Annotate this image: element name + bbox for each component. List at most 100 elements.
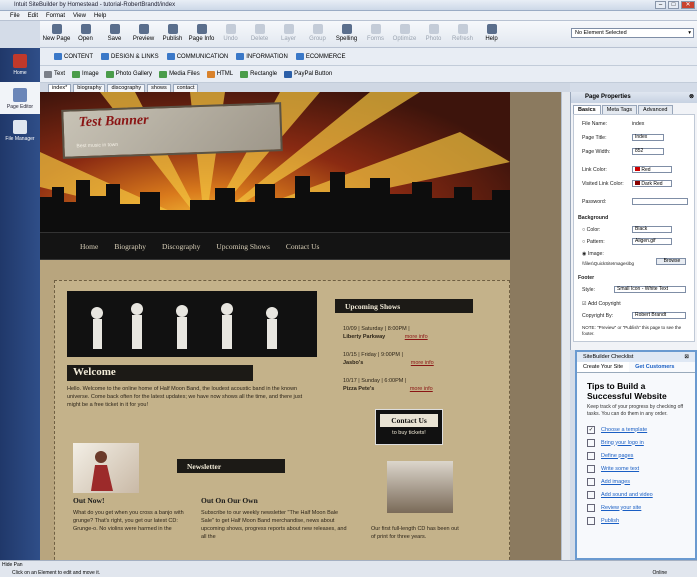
tab-get-customers[interactable]: Get Customers bbox=[629, 362, 680, 372]
out-on-our-own-heading[interactable]: Out On Our Own bbox=[201, 497, 258, 505]
file-manager-nav[interactable]: File Manager bbox=[0, 114, 40, 142]
communication-tab[interactable]: COMMUNICATION bbox=[166, 53, 228, 60]
bg-color-select[interactable]: Black bbox=[632, 226, 672, 233]
menu-edit[interactable]: Edit bbox=[28, 13, 38, 19]
group-button[interactable]: Group bbox=[303, 21, 332, 47]
link-color-select[interactable]: Red bbox=[632, 166, 672, 173]
forms-button[interactable]: Forms bbox=[361, 21, 390, 47]
checkbox-checked-icon[interactable]: ✓ bbox=[587, 425, 595, 434]
tab-discography[interactable]: discography bbox=[107, 84, 146, 92]
menu-help[interactable]: Help bbox=[94, 13, 106, 19]
checkbox-icon[interactable] bbox=[587, 516, 595, 525]
welcome-heading[interactable]: Welcome bbox=[67, 365, 253, 381]
out-on-our-own-text[interactable]: Subscribe to our weekly newsletter "The … bbox=[201, 509, 347, 541]
browse-button[interactable]: Browse bbox=[656, 258, 686, 265]
newsletter-heading[interactable]: Newsletter bbox=[177, 459, 285, 473]
checklist-item[interactable]: Add images bbox=[587, 475, 685, 488]
insert-rectangle-button[interactable]: Rectangle bbox=[240, 70, 277, 78]
checklist-item[interactable]: Publish bbox=[587, 514, 685, 527]
tab-shows[interactable]: shows bbox=[147, 84, 171, 92]
publish-button[interactable]: Publish bbox=[158, 21, 187, 47]
insert-image-button[interactable]: Image bbox=[72, 70, 99, 78]
refresh-button[interactable]: Refresh bbox=[448, 21, 477, 47]
insert-photo-gallery-button[interactable]: Photo Gallery bbox=[105, 70, 152, 78]
page-editor-nav[interactable]: Page Editor bbox=[0, 82, 40, 114]
element-select[interactable]: No Element Selected ▾ bbox=[571, 28, 694, 38]
insert-media-files-button[interactable]: Media Files bbox=[159, 70, 200, 78]
help-button[interactable]: Help bbox=[477, 21, 506, 47]
site-nav-discography[interactable]: Discography bbox=[162, 242, 200, 251]
editor-canvas[interactable]: Test Banner Best music in town Home Biog… bbox=[40, 92, 570, 560]
minimize-button[interactable]: – bbox=[655, 1, 666, 9]
maximize-button[interactable]: □ bbox=[668, 1, 679, 9]
insert-paypal-button[interactable]: PayPal Button bbox=[284, 70, 332, 78]
checkbox-icon[interactable] bbox=[587, 464, 595, 473]
insert-text-button[interactable]: Text bbox=[44, 70, 65, 78]
tab-basics[interactable]: Basics bbox=[573, 105, 601, 114]
cd-cover-image[interactable] bbox=[73, 443, 139, 493]
content-tab[interactable]: CONTENT bbox=[54, 53, 93, 60]
spelling-button[interactable]: Spelling bbox=[332, 21, 361, 47]
open-button[interactable]: Open bbox=[71, 21, 100, 47]
show-item-1[interactable]: 10/09 | Saturday | 8:00PM | Liberty Parkw… bbox=[343, 325, 463, 341]
ecommerce-tab[interactable]: ECOMMERCE bbox=[295, 53, 345, 60]
page-info-button[interactable]: Page Info bbox=[187, 21, 216, 47]
delete-button[interactable]: Delete bbox=[245, 21, 274, 47]
site-nav-upcoming-shows[interactable]: Upcoming Shows bbox=[216, 242, 270, 251]
out-now-text[interactable]: What do you get when you cross a banjo w… bbox=[73, 509, 191, 533]
preview-button[interactable]: Preview bbox=[129, 21, 158, 47]
tab-meta-tags[interactable]: Meta Tags bbox=[601, 105, 638, 114]
tab-biography[interactable]: biography bbox=[73, 84, 106, 92]
photo-button[interactable]: Photo bbox=[419, 21, 448, 47]
site-nav-home[interactable]: Home bbox=[80, 242, 98, 251]
bg-color-radio[interactable]: ○ Color: bbox=[582, 227, 600, 233]
page-title-input[interactable]: Index bbox=[632, 134, 664, 141]
design-links-tab[interactable]: DESIGN & LINKS bbox=[101, 53, 159, 60]
footer-style-select[interactable]: Small Icon - White Text bbox=[614, 286, 686, 293]
tab-advanced[interactable]: Advanced bbox=[638, 105, 673, 114]
optimize-button[interactable]: Optimize bbox=[390, 21, 419, 47]
bg-pattern-radio[interactable]: ○ Pattern: bbox=[582, 239, 605, 245]
menu-view[interactable]: View bbox=[73, 13, 86, 19]
home-nav[interactable]: Home bbox=[0, 48, 40, 76]
checklist-item[interactable]: Review your site bbox=[587, 501, 685, 514]
checklist-item[interactable]: Bring your logo in bbox=[587, 436, 685, 449]
close-checklist-icon[interactable]: ⊠ bbox=[684, 354, 689, 360]
checkbox-icon[interactable] bbox=[587, 490, 595, 499]
menu-file[interactable]: File bbox=[10, 13, 20, 19]
test-banner[interactable]: Test Banner Best music in town bbox=[61, 102, 283, 159]
add-copyright-checkbox[interactable]: ☑ Add Copyright bbox=[582, 301, 621, 307]
page-width-input[interactable]: 852 bbox=[632, 148, 664, 155]
insert-html-button[interactable]: HTML bbox=[206, 70, 233, 78]
checkbox-icon[interactable] bbox=[587, 438, 595, 447]
contact-us-box[interactable]: Contact Us to buy tickets! bbox=[375, 409, 443, 445]
undo-button[interactable]: Undo bbox=[216, 21, 245, 47]
show-item-2[interactable]: 10/15 | Friday | 9:00PM | Jasbo's more in… bbox=[343, 351, 463, 367]
first-cd-text[interactable]: Our first full-length CD has been out of… bbox=[371, 525, 463, 541]
bg-image-radio[interactable]: ◉ Image: bbox=[582, 251, 604, 257]
password-input[interactable] bbox=[632, 198, 688, 205]
new-page-button[interactable]: New Page bbox=[42, 21, 71, 47]
checkbox-icon[interactable] bbox=[587, 451, 595, 460]
show-item-3[interactable]: 10/17 | Sunday | 6:00PM | Pizza Pete's mo… bbox=[343, 377, 463, 393]
layer-button[interactable]: Layer bbox=[274, 21, 303, 47]
information-tab[interactable]: INFORMATION bbox=[236, 53, 288, 60]
checkbox-icon[interactable] bbox=[587, 503, 595, 512]
upcoming-shows-heading[interactable]: Upcoming Shows bbox=[335, 299, 473, 313]
close-button[interactable]: ✕ bbox=[681, 1, 695, 9]
site-nav-contact[interactable]: Contact Us bbox=[286, 242, 320, 251]
checklist-item[interactable]: Add sound and video bbox=[587, 488, 685, 501]
album-photo[interactable] bbox=[387, 461, 453, 513]
checklist-item[interactable]: Write some text bbox=[587, 462, 685, 475]
menu-format[interactable]: Format bbox=[46, 13, 65, 19]
visited-color-select[interactable]: Dark Red bbox=[632, 180, 672, 187]
checkbox-icon[interactable] bbox=[587, 477, 595, 486]
checklist-item[interactable]: ✓ Choose a template bbox=[587, 423, 685, 436]
tab-contact[interactable]: contact bbox=[172, 84, 199, 92]
checklist-item[interactable]: Define pages bbox=[587, 449, 685, 462]
bg-pattern-select[interactable]: Aligen.gif bbox=[632, 238, 672, 245]
copyright-input[interactable]: Robert Brandt bbox=[632, 312, 686, 319]
out-now-heading[interactable]: Out Now! bbox=[73, 497, 104, 505]
tab-create-site[interactable]: Create Your Site bbox=[577, 362, 630, 372]
hide-pan-button[interactable]: Hide Pan bbox=[2, 562, 23, 568]
